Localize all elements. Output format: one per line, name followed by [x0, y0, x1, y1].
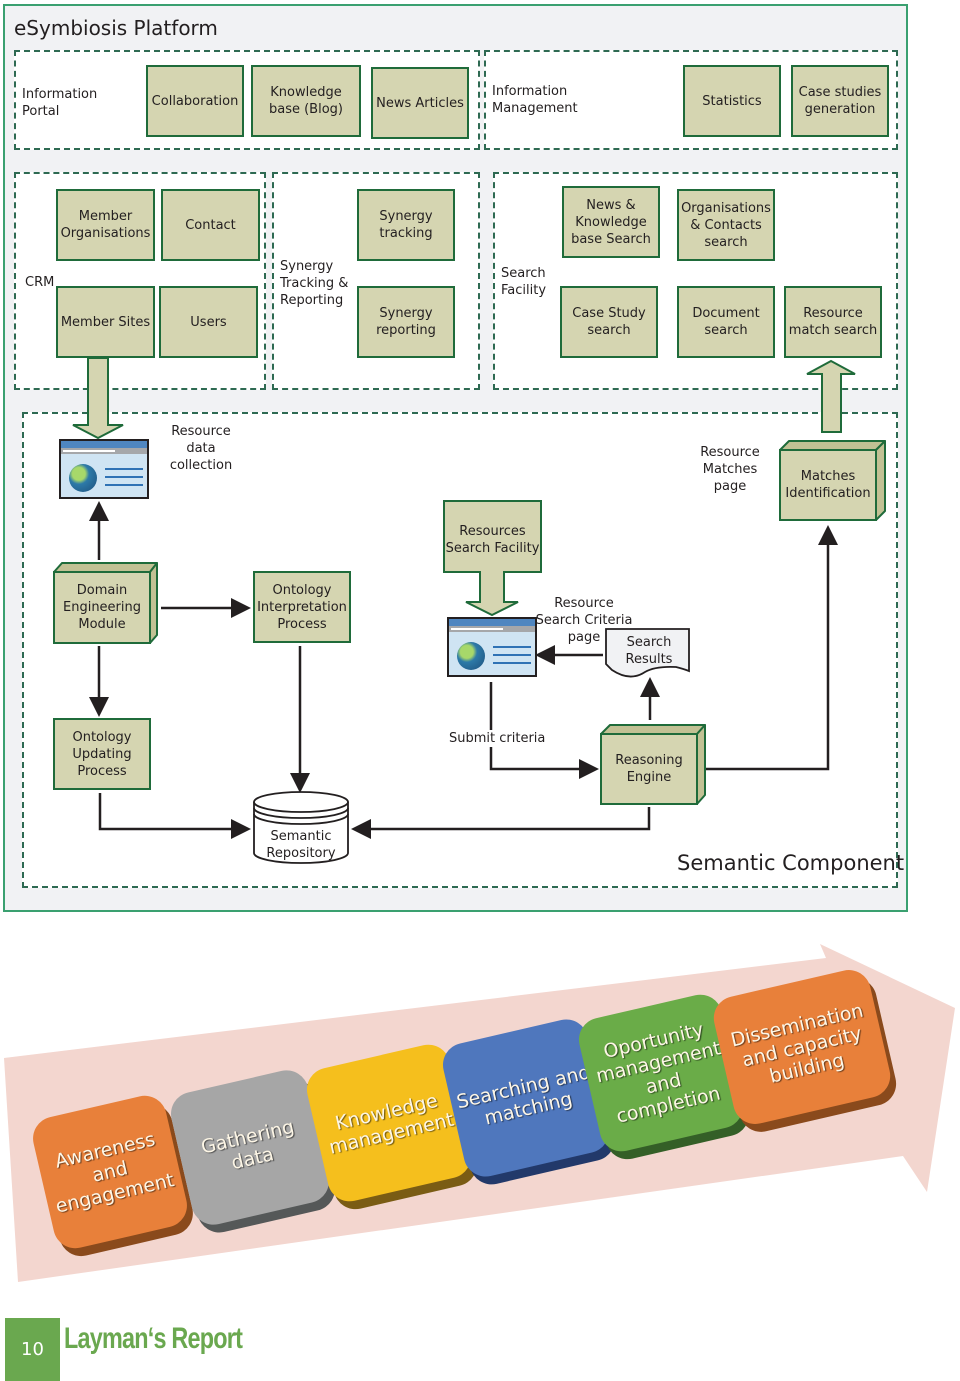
matches-identification-box[interactable]: Matches Identification — [779, 449, 877, 521]
reasoning-engine-label: Reasoning Engine — [600, 733, 698, 805]
information-portal-label: Information Portal — [22, 87, 98, 119]
resource-match-search-box[interactable]: Resource match search — [784, 286, 882, 358]
ontology-updating-process-box[interactable]: Ontology Updating Process — [53, 718, 151, 790]
member-organisations-box[interactable]: Member Organisations — [56, 189, 155, 261]
submit-criteria-label: Submit criteria — [448, 730, 547, 747]
users-box[interactable]: Users — [159, 286, 258, 358]
case-study-search-box[interactable]: Case Study search — [560, 286, 658, 358]
semantic-repository-label[interactable]: Semantic Repository — [256, 828, 346, 862]
resource-data-collection-webpage-icon[interactable] — [59, 439, 149, 499]
resource-matches-page-label: Resource Matches page — [700, 445, 760, 494]
crm-label: CRM — [25, 275, 55, 290]
information-management-label: Information Management — [492, 84, 578, 116]
globe-icon — [457, 642, 485, 670]
contact-box[interactable]: Contact — [161, 189, 260, 261]
member-sites-box[interactable]: Member Sites — [56, 286, 155, 358]
resource-search-criteria-webpage-icon[interactable] — [447, 617, 537, 677]
semantic-component-title: Semantic Component — [677, 851, 905, 875]
domain-engineering-module-box[interactable]: Domain Engineering Module — [53, 571, 151, 644]
knowledge-base-box[interactable]: Knowledge base (Blog) — [251, 65, 361, 137]
domain-engineering-module-label: Domain Engineering Module — [53, 571, 151, 644]
search-facility-label: Search Facility — [501, 266, 547, 298]
search-results-label[interactable]: Search Results — [610, 634, 688, 668]
case-studies-generation-box[interactable]: Case studies generation — [791, 65, 889, 137]
synergy-tracking-box[interactable]: Synergy tracking — [357, 189, 455, 261]
page-number: 10 — [5, 1318, 60, 1381]
synergy-reporting-box[interactable]: Synergy reporting — [357, 286, 455, 358]
globe-icon — [69, 464, 97, 492]
reasoning-engine-box[interactable]: Reasoning Engine — [600, 733, 698, 805]
report-title: Layman‘s Report — [64, 1322, 243, 1355]
news-knowledge-search-box[interactable]: News & Knowledge base Search — [562, 186, 660, 258]
ontology-interpretation-process-box[interactable]: Ontology Interpretation Process — [253, 571, 351, 643]
platform-title: eSymbiosis Platform — [14, 16, 218, 40]
statistics-box[interactable]: Statistics — [683, 65, 781, 137]
news-articles-box[interactable]: News Articles — [371, 67, 469, 139]
collaboration-box[interactable]: Collaboration — [146, 65, 244, 137]
resource-data-collection-label: Resource data collection — [169, 424, 233, 473]
resources-search-facility-box[interactable]: Resources Search Facility — [444, 523, 541, 557]
organisations-contacts-search-box[interactable]: Organisations & Contacts search — [677, 189, 775, 261]
document-search-box[interactable]: Document search — [677, 286, 775, 358]
synergy-tracking-reporting-label: Synergy Tracking & Reporting — [280, 259, 349, 308]
matches-identification-label: Matches Identification — [779, 449, 877, 521]
